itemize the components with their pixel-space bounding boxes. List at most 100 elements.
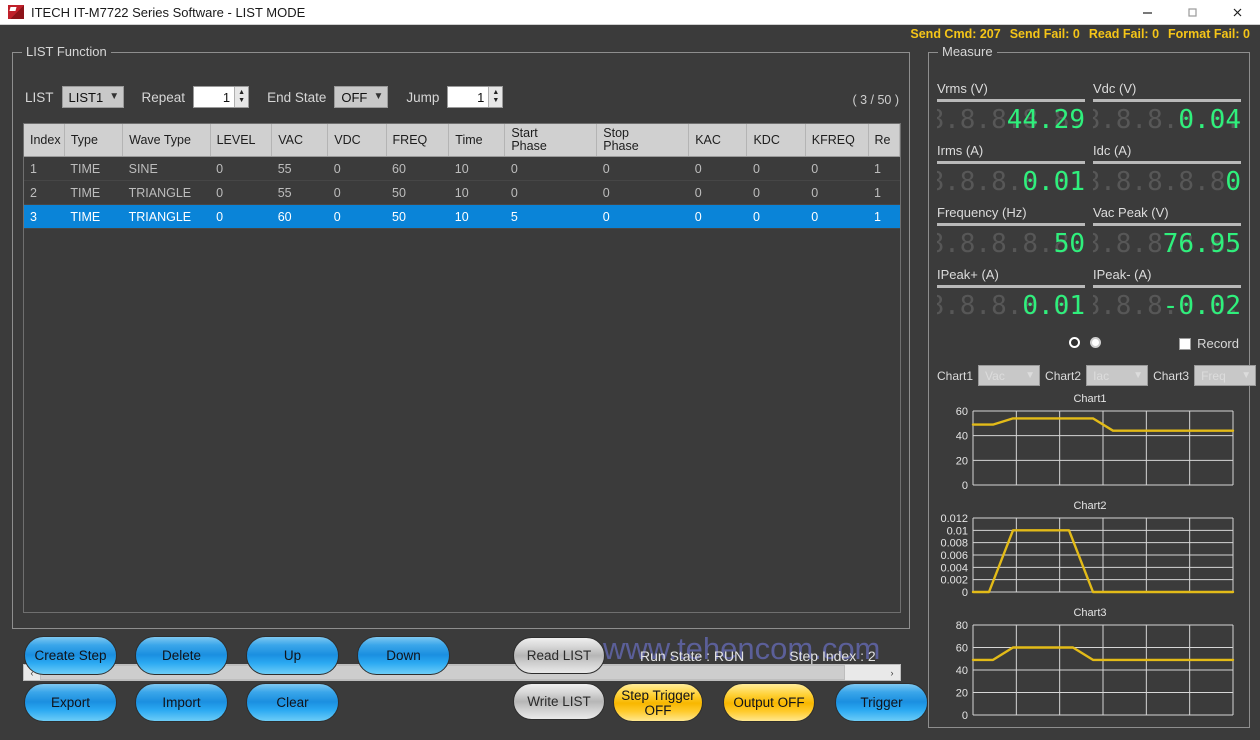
step-trigger-button[interactable]: Step Trigger OFF bbox=[613, 683, 703, 722]
measure-value: -0.02 bbox=[1162, 291, 1241, 321]
write-list-button[interactable]: Write LIST bbox=[513, 683, 605, 720]
measure-seven-segment-display: 8.8.8.8.8.8.0.04 bbox=[1093, 105, 1241, 135]
table-cell[interactable]: 10 bbox=[448, 156, 505, 181]
scrollbar-track[interactable] bbox=[845, 665, 884, 680]
import-button[interactable]: Import bbox=[135, 683, 228, 722]
table-cell[interactable]: 1 bbox=[868, 204, 900, 229]
list-select[interactable]: LIST1 ▼ bbox=[61, 86, 124, 108]
export-button[interactable]: Export bbox=[24, 683, 117, 722]
table-cell[interactable]: 0 bbox=[327, 204, 387, 229]
table-cell[interactable]: 1 bbox=[868, 180, 900, 205]
table-cell[interactable]: 0 bbox=[596, 180, 689, 205]
table-cell[interactable]: 0 bbox=[688, 156, 747, 181]
table-cell[interactable]: 0 bbox=[210, 204, 272, 229]
table-cell[interactable]: 0 bbox=[327, 156, 387, 181]
table-cell[interactable]: 50 bbox=[386, 204, 449, 229]
table-cell[interactable]: 55 bbox=[271, 156, 328, 181]
down-button[interactable]: Down bbox=[357, 636, 450, 675]
chart1-select[interactable]: Vac ▼ bbox=[978, 365, 1041, 386]
table-cell[interactable]: TRIANGLE bbox=[122, 180, 211, 205]
chart3-container[interactable]: Chart3 0 20 40 60 80 bbox=[937, 607, 1243, 728]
table-cell[interactable]: 3 bbox=[24, 204, 65, 229]
jump-stepper-arrows[interactable]: ▲ ▼ bbox=[488, 87, 503, 107]
chart1-plot: 0 20 40 60 bbox=[937, 406, 1243, 498]
table-cell[interactable]: 0 bbox=[327, 180, 387, 205]
table-cell[interactable]: 60 bbox=[386, 156, 449, 181]
table-cell[interactable]: TIME bbox=[64, 204, 123, 229]
table-cell[interactable]: 5 bbox=[504, 204, 597, 229]
chart2-select[interactable]: Iac ▼ bbox=[1086, 365, 1149, 386]
minimize-button[interactable] bbox=[1125, 0, 1170, 25]
chart2-container[interactable]: Chart2 0 0.002 0.004 0.006 0.008 0.01 0.012 bbox=[937, 500, 1243, 605]
end-state-select[interactable]: OFF ▼ bbox=[334, 86, 389, 108]
record-checkbox[interactable] bbox=[1179, 337, 1192, 350]
table-cell[interactable]: 0 bbox=[746, 204, 806, 229]
table-header-cell[interactable]: Stop Phase bbox=[596, 124, 690, 157]
step-table-container[interactable]: Index Type Wave Type LEVEL VAC VDC FREQ Time Sta… bbox=[23, 123, 901, 613]
scroll-right-icon[interactable]: › bbox=[884, 665, 900, 680]
table-header-cell[interactable]: KFREQ bbox=[805, 124, 869, 157]
close-button[interactable] bbox=[1215, 0, 1260, 25]
trigger-button[interactable]: Trigger bbox=[835, 683, 928, 722]
table-cell[interactable]: 60 bbox=[271, 204, 328, 229]
svg-text:0.01: 0.01 bbox=[947, 525, 968, 537]
table-cell[interactable]: 0 bbox=[596, 156, 689, 181]
list-controls-row: LIST LIST1 ▼ Repeat 1 ▲ ▼ End State OFF ▼… bbox=[25, 86, 504, 108]
table-cell[interactable]: 55 bbox=[271, 180, 328, 205]
table-header-cell[interactable]: Index bbox=[24, 124, 65, 157]
table-cell[interactable]: 0 bbox=[504, 156, 597, 181]
radio-option-1[interactable] bbox=[1069, 337, 1080, 348]
create-step-button[interactable]: Create Step bbox=[24, 636, 117, 675]
table-row[interactable]: 1 TIME SINE 0 55 0 60 10 0 0 0 0 0 1 bbox=[24, 156, 900, 181]
table-header-cell[interactable]: Wave Type bbox=[122, 124, 211, 157]
table-header-cell[interactable]: Re bbox=[868, 124, 900, 157]
table-cell[interactable]: 0 bbox=[805, 180, 869, 205]
table-cell[interactable]: 0 bbox=[688, 204, 747, 229]
jump-stepper[interactable]: 1 ▲ ▼ bbox=[447, 86, 504, 108]
table-header-cell[interactable]: Type bbox=[64, 124, 124, 157]
table-header-cell[interactable]: Time bbox=[448, 124, 506, 157]
table-cell[interactable]: 0 bbox=[210, 180, 272, 205]
table-cell[interactable]: 10 bbox=[448, 180, 505, 205]
table-header-cell[interactable]: LEVEL bbox=[210, 124, 273, 157]
repeat-stepper[interactable]: 1 ▲ ▼ bbox=[193, 86, 250, 108]
maximize-button[interactable] bbox=[1170, 0, 1215, 25]
radio-option-2[interactable] bbox=[1090, 337, 1101, 348]
record-control[interactable]: Record bbox=[1179, 336, 1239, 351]
table-row[interactable]: 2 TIME TRIANGLE 0 55 0 50 10 0 0 0 0 0 1 bbox=[24, 180, 900, 205]
table-cell[interactable]: TIME bbox=[64, 156, 123, 181]
table-cell[interactable]: 0 bbox=[504, 180, 597, 205]
table-cell[interactable]: 1 bbox=[868, 156, 900, 181]
chart1-container[interactable]: Chart1 0 20 40 60 bbox=[937, 393, 1243, 498]
repeat-stepper-arrows[interactable]: ▲ ▼ bbox=[234, 87, 249, 107]
table-cell[interactable]: 2 bbox=[24, 180, 65, 205]
measure-seven-segment-display: 8.8.8.8.8.8.0.01 bbox=[937, 291, 1085, 321]
table-header-cell[interactable]: VAC bbox=[271, 124, 329, 157]
table-cell[interactable]: SINE bbox=[122, 156, 211, 181]
table-header-cell[interactable]: KDC bbox=[746, 124, 806, 157]
table-cell[interactable]: 50 bbox=[386, 180, 449, 205]
table-cell[interactable]: 0 bbox=[746, 156, 806, 181]
output-button[interactable]: Output OFF bbox=[723, 683, 815, 722]
chart3-select[interactable]: Freq ▼ bbox=[1194, 365, 1257, 386]
table-cell[interactable]: 10 bbox=[448, 204, 505, 229]
table-header-cell[interactable]: Start Phase bbox=[504, 124, 598, 157]
table-cell[interactable]: 0 bbox=[688, 180, 747, 205]
table-cell[interactable]: 0 bbox=[596, 204, 689, 229]
table-cell[interactable]: TRIANGLE bbox=[122, 204, 211, 229]
table-row[interactable]: 3 TIME TRIANGLE 0 60 0 50 10 5 0 0 0 0 1 bbox=[24, 204, 900, 229]
up-button[interactable]: Up bbox=[246, 636, 339, 675]
table-cell[interactable]: 0 bbox=[805, 204, 869, 229]
table-cell[interactable]: 0 bbox=[805, 156, 869, 181]
table-cell[interactable]: 0 bbox=[210, 156, 272, 181]
table-cell[interactable]: 1 bbox=[24, 156, 65, 181]
step-table: Index Type Wave Type LEVEL VAC VDC FREQ Time Sta… bbox=[24, 124, 900, 229]
read-list-button[interactable]: Read LIST bbox=[513, 637, 605, 674]
table-header-cell[interactable]: KAC bbox=[688, 124, 748, 157]
delete-button[interactable]: Delete bbox=[135, 636, 228, 675]
table-cell[interactable]: 0 bbox=[746, 180, 806, 205]
clear-button[interactable]: Clear bbox=[246, 683, 339, 722]
table-cell[interactable]: TIME bbox=[64, 180, 123, 205]
table-header-cell[interactable]: FREQ bbox=[386, 124, 450, 157]
table-header-cell[interactable]: VDC bbox=[327, 124, 387, 157]
